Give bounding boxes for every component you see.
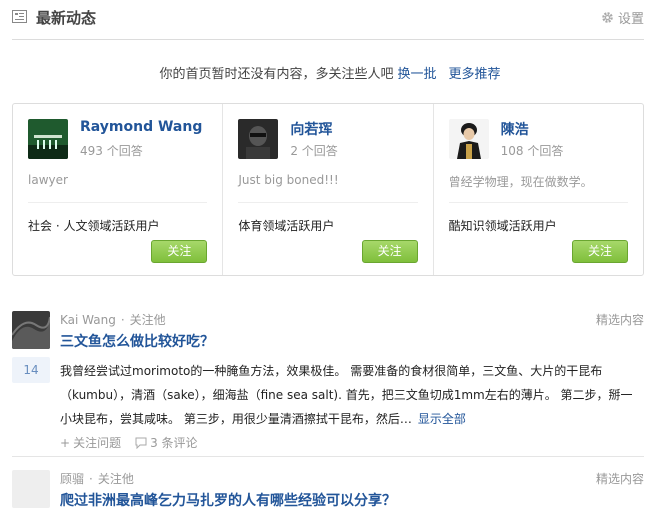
user-bio: lawyer [28,173,68,187]
comments-label: 3 条评论 [150,436,198,450]
user-name[interactable]: Raymond Wang [80,119,202,135]
user-bio: 曾经学物理，现在做数学。 [448,175,593,189]
page-title: 最新动态 [36,9,97,27]
avatar[interactable] [448,119,489,159]
user-name[interactable]: 陳浩 [501,119,529,139]
feed-meta: Kai Wang · 关注他 [60,311,166,328]
settings-label: 设置 [617,12,644,27]
follow-author-link[interactable]: 关注他 [98,472,134,486]
author-name[interactable]: Kai Wang [60,313,116,327]
featured-badge: 精选内容 [595,313,644,327]
question-title[interactable]: 爬过非洲最高峰乞力马扎罗的人有哪些经验可以分享？ [60,490,396,510]
separator-dot: · [89,472,93,486]
answer-count: 108 个回答 [500,144,564,158]
avatar[interactable] [12,311,50,349]
follow-question-label: 关注问题 [73,436,122,450]
featured-badge: 精选内容 [595,472,644,486]
divider [448,202,628,203]
recommended-user-card: 向若珲 2 个回答 Just big boned!!! 体育领域活跃用户 关注 [223,104,434,275]
plus-icon: + [60,435,71,450]
feed-header: 最新动态 设置 [12,0,644,40]
avatar[interactable] [28,119,68,159]
follow-question-action[interactable]: + 关注问题 [60,434,121,451]
feed-meta: 顾骝 · 关注他 [60,470,134,487]
vote-count[interactable]: 14 [12,357,50,383]
recommended-user-card: 陳浩 108 个回答 曾经学物理，现在做数学。 酷知识领域活跃用户 关注 [434,104,643,275]
feed-item: 顾骝 · 关注他 精选内容 爬过非洲最高峰乞力马扎罗的人有哪些经验可以分享？ [12,470,644,514]
avatar[interactable] [12,470,50,508]
follow-button[interactable]: 关注 [151,240,208,263]
feed-actions: + 关注问题 3 条评论 [60,434,198,451]
follow-author-link[interactable]: 关注他 [130,313,166,327]
user-name[interactable]: 向若珲 [290,119,332,139]
divider [28,202,208,203]
more-recommendations-link[interactable]: 更多推荐 [449,67,501,82]
settings-link[interactable]: 设置 [601,8,644,27]
refresh-recommendations-link[interactable]: 换一批 [397,67,436,82]
answer-text: 我曾经尝试过morimoto的一种腌鱼方法，效果极佳。 需要准备的食材很简单，三… [60,364,633,426]
recommended-user-card: Raymond Wang 493 个回答 lawyer 社会 · 人文领域活跃用… [13,104,224,275]
answer-count: 493 个回答 [80,144,143,158]
gear-icon [602,12,613,23]
answer-summary: 我曾经尝试过morimoto的一种腌鱼方法，效果极佳。 需要准备的食材很简单，三… [60,359,644,431]
avatar[interactable] [238,119,279,159]
comment-icon [135,437,147,449]
divider [238,202,418,203]
feed-list-icon [12,10,27,23]
question-title[interactable]: 三文鱼怎么做比较好吃？ [60,331,214,351]
recommended-users: Raymond Wang 493 个回答 lawyer 社会 · 人文领域活跃用… [12,103,644,276]
empty-feed-tip: 你的首页暂时还没有内容，多关注些人吧 换一批 更多推荐 [0,63,660,82]
show-all-link[interactable]: 显示全部 [418,412,466,426]
answer-count: 2 个回答 [290,144,338,158]
user-bio: Just big boned!!! [238,173,339,187]
feed-item: Kai Wang · 关注他 精选内容 三文鱼怎么做比较好吃？ 14 我曾经尝试过m… [12,311,644,451]
empty-feed-text: 你的首页暂时还没有内容，多关注些人吧 [159,67,394,82]
divider [12,456,644,457]
follow-button[interactable]: 关注 [361,240,418,263]
user-domain-tag: 社会 · 人文领域活跃用户 [28,219,160,233]
separator-dot: · [120,313,125,327]
user-domain-tag: 酷知识领域活跃用户 [448,219,557,233]
author-name[interactable]: 顾骝 [60,472,84,486]
user-domain-tag: 体育领域活跃用户 [238,219,335,233]
follow-button[interactable]: 关注 [571,240,628,263]
comments-action[interactable]: 3 条评论 [135,434,198,451]
